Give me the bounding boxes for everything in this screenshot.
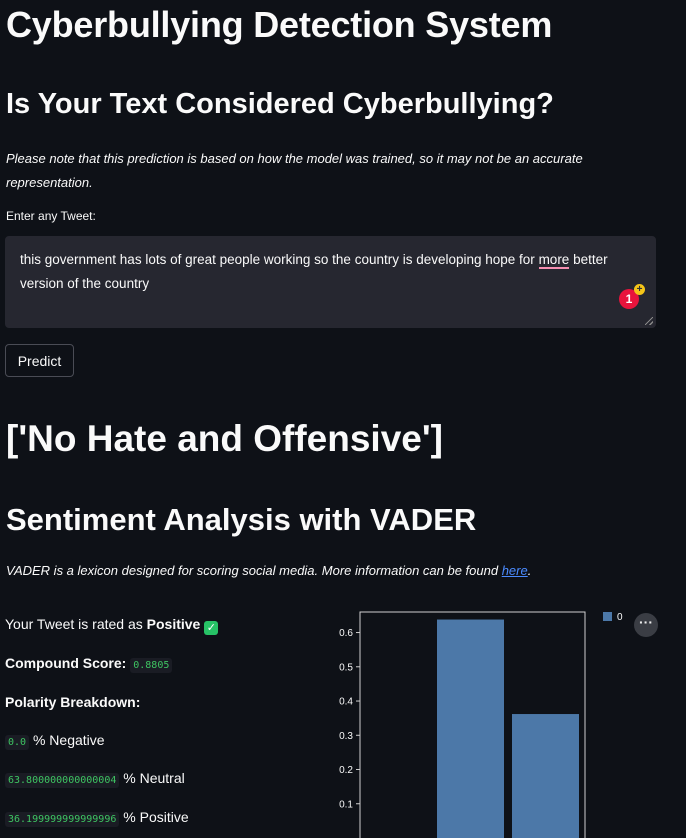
polarity-bar-chart: 0.1 0.2 0.3 0.4 0.5 0.6	[339, 611, 586, 838]
y-tick-label: 0.1	[339, 799, 353, 810]
neutral-value: 63.800000000000004	[5, 773, 120, 788]
negative-label: % Negative	[32, 732, 105, 748]
breakdown-label: Polarity Breakdown:	[5, 694, 141, 710]
compound-score-row: Compound Score: 0.8805	[5, 655, 173, 673]
vader-info-link[interactable]: here	[502, 563, 528, 578]
compound-value: 0.8805	[130, 658, 173, 673]
predict-button[interactable]: Predict	[5, 344, 74, 377]
question-title: Is Your Text Considered Cyberbullying?	[6, 88, 554, 120]
legend-label: 0	[617, 612, 623, 623]
positive-label: % Positive	[123, 809, 189, 825]
chart-legend: 0	[603, 612, 623, 623]
positive-row: 36.199999999999996 % Positive	[5, 809, 189, 827]
rating-value: Positive	[146, 616, 201, 632]
y-tick-label: 0.4	[339, 697, 353, 708]
grammar-checker-badge[interactable]: 1 +	[619, 284, 645, 309]
vader-note: VADER is a lexicon designed for scoring …	[6, 563, 531, 578]
legend-swatch	[603, 612, 612, 621]
y-tick-label: 0.6	[339, 628, 353, 639]
app-title: Cyberbullying Detection System	[6, 4, 553, 45]
grammar-count: 1	[625, 292, 633, 306]
disclaimer-note: Please note that this prediction is base…	[6, 151, 583, 190]
resize-handle-icon[interactable]	[645, 317, 653, 325]
plus-icon: +	[634, 284, 645, 295]
y-tick-label: 0.3	[339, 731, 353, 742]
neutral-label: % Neutral	[123, 770, 185, 786]
more-horizontal-icon[interactable]: ···	[634, 613, 658, 637]
neutral-row: 63.800000000000004 % Neutral	[5, 770, 185, 788]
tweet-textarea[interactable]: this government has lots of great people…	[5, 236, 656, 328]
grammar-flagged-word[interactable]: more	[538, 252, 570, 269]
bar-2	[512, 714, 579, 838]
positive-value: 36.199999999999996	[5, 812, 120, 827]
rating-prefix: Your Tweet is rated as	[5, 616, 147, 632]
tweet-input-label: Enter any Tweet:	[6, 209, 96, 223]
sentiment-title: Sentiment Analysis with VADER	[6, 502, 477, 537]
y-tick-label: 0.5	[339, 662, 353, 673]
bar-1	[437, 619, 504, 838]
tweet-text[interactable]: this government has lots of great people…	[20, 248, 645, 296]
tweet-text-start: this government has lots of great people…	[20, 252, 539, 267]
check-icon: ✓	[204, 621, 219, 635]
prediction-result: ['No Hate and Offensive']	[6, 418, 443, 459]
negative-row: 0.0 % Negative	[5, 732, 105, 750]
vader-note-text: VADER is a lexicon designed for scoring …	[6, 563, 502, 578]
vader-note-end: .	[527, 563, 532, 578]
sentiment-rating: Your Tweet is rated as Positive ✓	[5, 616, 219, 635]
negative-value: 0.0	[5, 735, 30, 750]
y-tick-label: 0.2	[339, 765, 353, 776]
compound-label: Compound Score:	[5, 655, 127, 671]
polarity-breakdown-label: Polarity Breakdown:	[5, 694, 140, 710]
